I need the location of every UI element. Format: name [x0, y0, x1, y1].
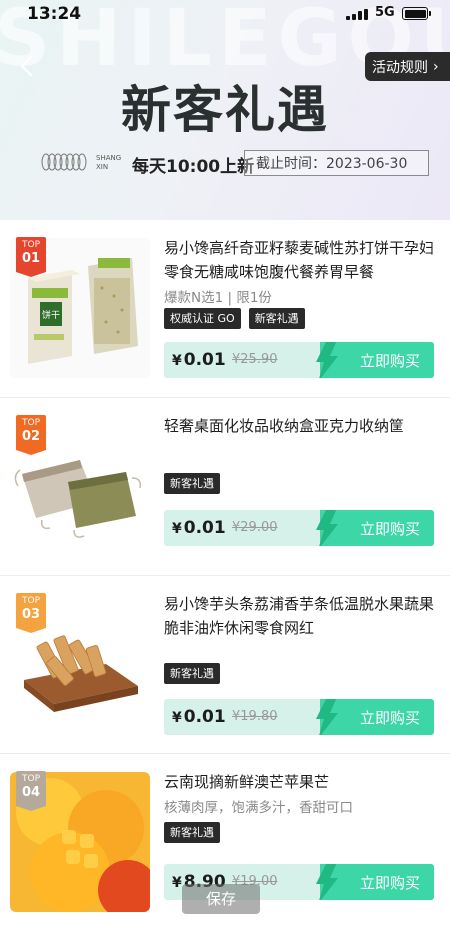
buy-bar: ¥0.01 ¥25.90 立即购买	[164, 342, 434, 378]
product-subtitle: 核薄肉厚，饱满多汁，香甜可口	[164, 800, 353, 816]
tag-new-customer: 新客礼遇	[164, 473, 220, 494]
product-list: 饼干 TOP 01 易小馋高纤奇亚籽藜麦碱性苏打饼干孕妇零食无糖咸味饱腹代餐养胃…	[0, 220, 450, 927]
page-title: 新客礼遇	[121, 81, 329, 139]
lightning-icon	[316, 342, 338, 378]
svg-text:饼干: 饼干	[42, 309, 60, 321]
tag-authority-certified: 权威认证 GO	[164, 308, 241, 329]
product-tags: 新客礼遇	[164, 822, 220, 843]
lightning-icon	[316, 510, 338, 546]
product-tags: 新客礼遇	[164, 663, 220, 684]
product-tags: 新客礼遇	[164, 473, 220, 494]
original-price: ¥25.90	[232, 352, 278, 367]
rank-badge: TOP 03	[16, 593, 46, 633]
product-subtitle: 爆款N选1 | 限1份	[164, 290, 272, 306]
product-card[interactable]: 饼干 TOP 01 易小馋高纤奇亚籽藜麦碱性苏打饼干孕妇零食无糖咸味饱腹代餐养胃…	[0, 220, 450, 398]
product-title[interactable]: 易小馋高纤奇亚籽藜麦碱性苏打饼干孕妇零食无糖咸味饱腹代餐养胃早餐	[164, 236, 434, 284]
lightning-icon	[316, 699, 338, 735]
product-title[interactable]: 轻奢桌面化妆品收纳盒亚克力收纳筐	[164, 414, 434, 438]
deadline-box: 截止时间：2023-06-30	[244, 150, 429, 176]
product-title[interactable]: 易小馋芋头条荔浦香芋条低温脱水果蔬果脆非油炸休闲零食网红	[164, 592, 434, 640]
daily-new-text: 每天10:00上新	[132, 157, 255, 177]
lightning-icon	[316, 864, 338, 900]
signal-icon	[346, 9, 368, 20]
brand-text: SHANG XIN	[96, 154, 122, 171]
brand-logo-icon	[41, 153, 87, 171]
status-bar: 13:24 5G	[0, 0, 450, 28]
status-time: 13:24	[27, 4, 82, 24]
battery-icon	[402, 7, 431, 20]
save-button[interactable]: 保存	[182, 884, 260, 914]
tag-new-customer: 新客礼遇	[248, 308, 305, 329]
original-price: ¥19.80	[232, 709, 278, 724]
buy-bar: ¥0.01 ¥29.00 立即购买	[164, 510, 434, 546]
product-card[interactable]: TOP 02 轻奢桌面化妆品收纳盒亚克力收纳筐 新客礼遇 ¥0.01 ¥29.0…	[0, 398, 450, 576]
product-tags: 权威认证 GO 新客礼遇	[164, 308, 305, 329]
sale-price: ¥0.01	[172, 707, 226, 727]
sale-price: ¥0.01	[172, 350, 226, 370]
rank-badge: TOP 01	[16, 237, 46, 277]
tag-new-customer: 新客礼遇	[164, 822, 220, 843]
product-title[interactable]: 云南现摘新鲜澳芒苹果芒	[164, 770, 434, 794]
tag-new-customer: 新客礼遇	[164, 663, 220, 684]
rank-badge: TOP 04	[16, 771, 46, 811]
buy-bar: ¥0.01 ¥19.80 立即购买	[164, 699, 434, 735]
original-price: ¥29.00	[232, 520, 278, 535]
rank-badge: TOP 02	[16, 415, 46, 455]
product-card[interactable]: TOP 03 易小馋芋头条荔浦香芋条低温脱水果蔬果脆非油炸休闲零食网红 新客礼遇…	[0, 576, 450, 754]
sale-price: ¥0.01	[172, 518, 226, 538]
network-type: 5G	[375, 5, 395, 20]
